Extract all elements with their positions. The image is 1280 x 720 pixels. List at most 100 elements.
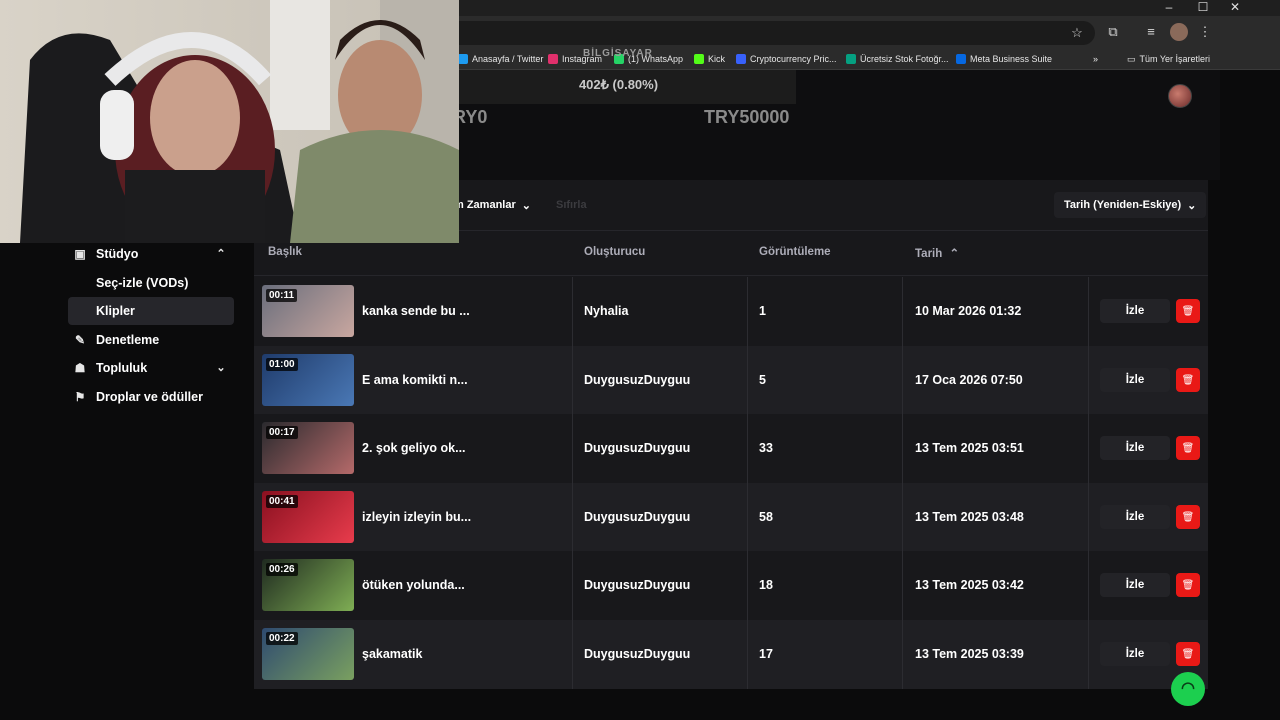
column-creator-header[interactable]: Oluşturucu [584, 246, 645, 258]
sidebar-item-klipler[interactable]: Klipler [68, 297, 234, 326]
address-bar[interactable]: ☆ [420, 21, 1095, 45]
profile-avatar-icon[interactable] [1170, 23, 1188, 41]
bookmark-meta[interactable]: Meta Business Suite [956, 52, 1052, 66]
bookmarks-overflow-button[interactable]: » [1093, 52, 1098, 66]
maximize-button[interactable]: ☐ [1186, 0, 1220, 16]
clip-title[interactable]: izleyin izleyin bu... [362, 510, 471, 524]
webcam-overlay [0, 0, 459, 243]
column-divider [747, 551, 748, 620]
chevron-up-icon[interactable]: ⌃ [214, 247, 228, 261]
sidebar-item-droplar-ve-ödüller[interactable]: ⚑ Droplar ve ödüller [68, 383, 234, 411]
sidebar-item-label: Denetleme [96, 332, 160, 347]
delete-button[interactable]: 🗑︎ [1176, 642, 1200, 666]
wrench-icon: ✎ [74, 332, 86, 347]
chevron-down-icon[interactable]: ⌄ [214, 361, 228, 375]
clip-thumbnail[interactable]: 00:17 [262, 422, 354, 475]
bookmark-coinmarketcap[interactable]: Cryptocurrency Pric... [736, 52, 837, 66]
delete-button[interactable]: 🗑︎ [1176, 573, 1200, 598]
watch-button[interactable]: İzle [1100, 642, 1170, 666]
trash-icon: 🗑︎ [1181, 306, 1195, 317]
clip-duration: 00:22 [266, 632, 298, 645]
column-date-header[interactable]: Tarih ⌃ [915, 246, 959, 260]
clip-views: 18 [759, 578, 773, 593]
column-views-header[interactable]: Görüntüleme [759, 246, 831, 258]
column-divider [572, 277, 573, 346]
user-avatar[interactable] [1168, 84, 1192, 108]
instagram-icon [548, 54, 558, 64]
clip-title[interactable]: şakamatik [362, 647, 422, 661]
clip-title[interactable]: kanka sende bu ... [362, 304, 470, 318]
drops-icon: ⚑ [74, 390, 86, 404]
watch-button[interactable]: İzle [1100, 436, 1170, 461]
reset-filter-button[interactable]: Sıfırla [546, 192, 597, 218]
sidebar-item-seç-izle-vods[interactable]: Seç-izle (VODs) [68, 269, 234, 297]
watch-button[interactable]: İzle [1100, 299, 1170, 323]
clip-thumbnail[interactable]: 00:41 [262, 490, 354, 543]
watch-button[interactable]: İzle [1100, 504, 1170, 529]
table-row[interactable]: 00:26 ötüken yolunda... DuygusuzDuyguu 18 13… [254, 551, 1208, 620]
column-title-header[interactable]: Başlık [268, 246, 302, 258]
clip-date: 17 Oca 2026 07:50 [915, 372, 1023, 387]
sort-dropdown[interactable]: Tarih (Yeniden-Eskiye) ⌄ [1054, 192, 1207, 218]
clip-title[interactable]: 2. şok geliyo ok... [362, 441, 466, 455]
clip-views: 58 [759, 509, 773, 524]
delete-button[interactable]: 🗑︎ [1176, 299, 1200, 323]
all-bookmarks-button[interactable]: ▭ Tüm Yer İşaretleri [1127, 52, 1210, 66]
clip-title[interactable]: E ama komikti n... [362, 373, 468, 387]
table-row[interactable]: 00:22 şakamatik DuygusuzDuyguu 17 13 Tem 202… [254, 620, 1208, 689]
clip-creator: DuygusuzDuyguu [584, 578, 691, 593]
column-divider [747, 414, 748, 483]
clip-thumbnail[interactable]: 01:00 [262, 353, 354, 406]
column-divider [902, 345, 903, 415]
delete-button[interactable]: 🗑︎ [1176, 436, 1200, 461]
delete-button[interactable]: 🗑︎ [1176, 367, 1200, 392]
sidebar-item-label: Topluluk [96, 361, 148, 376]
media-icon[interactable]: ≡ [1142, 23, 1160, 41]
kick-icon [694, 54, 704, 64]
menu-kebab-icon[interactable]: ⋮ [1196, 23, 1214, 41]
bookmark-label: Anasayfa / Twitter [472, 54, 544, 64]
star-icon[interactable]: ☆ [1068, 24, 1086, 42]
clip-date: 13 Tem 2025 03:51 [915, 441, 1024, 456]
bookmark-kick[interactable]: Kick [694, 52, 725, 66]
extensions-icon[interactable]: ⧉ [1104, 23, 1122, 41]
bookmark-pexels[interactable]: Ücretsiz Stok Fotoğr... [846, 52, 949, 66]
clip-thumbnail[interactable]: 00:26 [262, 559, 354, 612]
table-row[interactable]: 00:11 kanka sende bu ... Nyhalia 1 10 Mar 20… [254, 277, 1208, 346]
coinmarketcap-icon [736, 54, 746, 64]
sidebar-item-denetleme[interactable]: ✎ Denetleme [68, 326, 234, 354]
watch-button[interactable]: İzle [1100, 367, 1170, 392]
sort-ascending-icon: ⌃ [949, 248, 960, 260]
table-row[interactable]: 00:41 izleyin izleyin bu... DuygusuzDuyguu… [254, 482, 1208, 552]
clip-creator: Nyhalia [584, 304, 629, 318]
clip-views: 5 [759, 372, 766, 387]
column-divider [902, 414, 903, 483]
time-filter-label: m Zamanlar [454, 199, 516, 211]
column-divider [572, 414, 573, 483]
clip-thumbnail[interactable]: 00:22 [262, 628, 354, 680]
sidebar-item-topluluk[interactable]: ☗ Topluluk ⌄ [68, 354, 234, 382]
goal-amount: 402₺ (0.80%) [578, 77, 659, 92]
close-window-button[interactable]: ✕ [1218, 0, 1252, 16]
bookmark-twitter[interactable]: Anasayfa / Twitter [458, 52, 543, 66]
clip-thumbnail[interactable]: 00:11 [262, 285, 354, 337]
delete-button[interactable]: 🗑︎ [1176, 504, 1200, 529]
sidebar-item-stüdyo[interactable]: ▣ Stüdyo ⌃ [68, 240, 234, 268]
column-divider [747, 620, 748, 689]
watch-button[interactable]: İzle [1100, 573, 1170, 598]
clip-creator: DuygusuzDuyguu [584, 441, 691, 456]
minimize-button[interactable]: – [1152, 0, 1186, 16]
clip-creator: DuygusuzDuyguu [584, 647, 691, 661]
sort-label: Tarih (Yeniden-Eskiye) [1064, 199, 1182, 211]
table-row[interactable]: 00:17 2. şok geliyo ok... DuygusuzDuyguu 33… [254, 414, 1208, 483]
webcam-picture [0, 0, 459, 243]
reset-filter-label: Sıfırla [556, 199, 587, 211]
table-row[interactable]: 01:00 E ama komikti n... DuygusuzDuyguu 5 17… [254, 345, 1208, 415]
clip-views: 17 [759, 647, 773, 661]
help-chat-button[interactable]: ◠ [1171, 672, 1205, 706]
clip-duration: 01:00 [266, 357, 298, 371]
column-divider [747, 482, 748, 552]
clip-duration: 00:11 [266, 289, 298, 302]
clip-title[interactable]: ötüken yolunda... [362, 578, 465, 592]
trash-icon: 🗑︎ [1181, 443, 1195, 455]
